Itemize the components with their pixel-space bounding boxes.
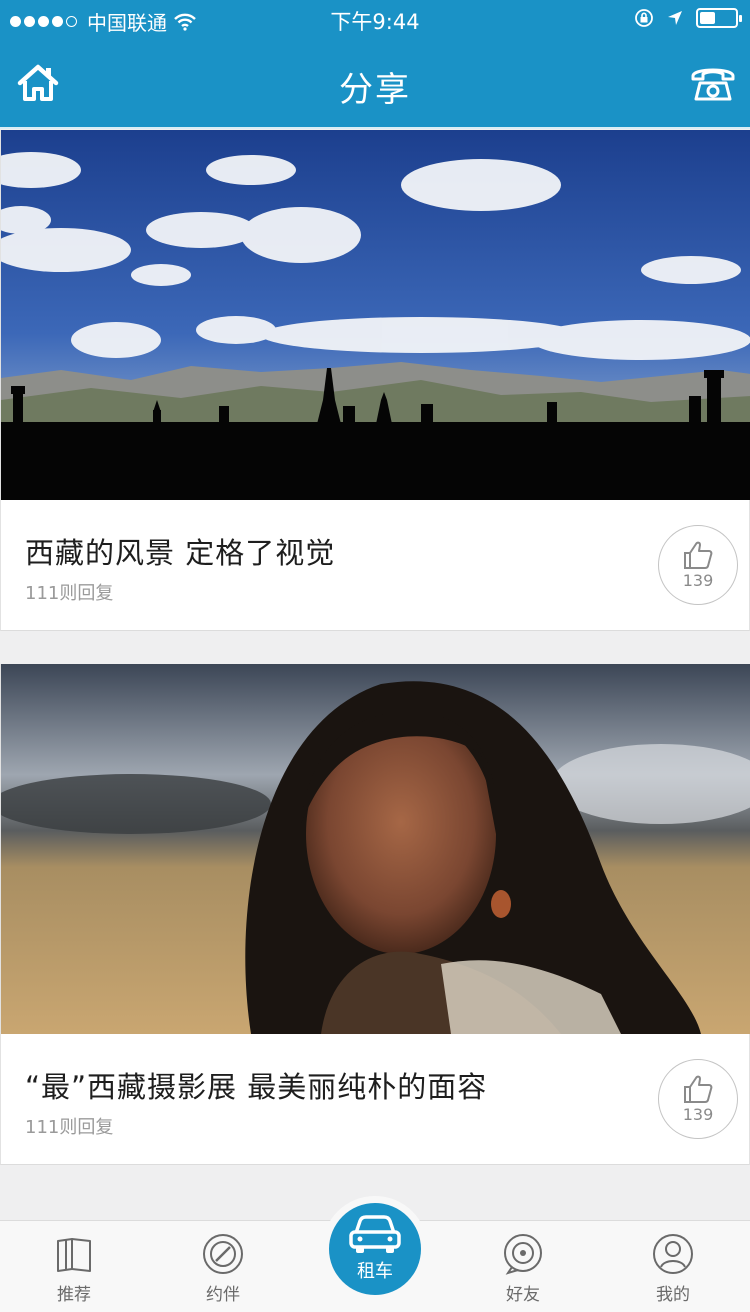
post-title[interactable]: 西藏的风景 定格了视觉 — [25, 530, 335, 572]
tab-friends[interactable]: 好友 — [473, 1221, 573, 1312]
header-divider — [0, 127, 750, 129]
post-reply-count: 111则回复 — [25, 1117, 114, 1138]
like-count: 139 — [682, 1105, 714, 1124]
tab-rent-car[interactable]: 租车 — [329, 1203, 421, 1295]
post-card[interactable]: “最”西藏摄影展 最美丽纯朴的面容 111则回复 139 — [0, 664, 750, 1165]
post-card[interactable]: 西藏的风景 定格了视觉 111则回复 139 — [0, 130, 750, 631]
tab-label: 好友 — [506, 1285, 540, 1305]
car-icon — [349, 1215, 401, 1253]
compass-icon — [203, 1234, 243, 1274]
user-icon — [653, 1234, 693, 1274]
app-header: 中国联通 下午9:44 分享 — [0, 0, 750, 129]
battery-icon — [696, 8, 742, 28]
tab-label: 我的 — [656, 1285, 690, 1305]
tab-me[interactable]: 我的 — [623, 1221, 723, 1312]
tab-label: 推荐 — [57, 1285, 91, 1305]
like-count: 139 — [682, 571, 714, 590]
status-bar: 中国联通 下午9:44 — [0, 0, 750, 40]
post-image-landscape[interactable] — [1, 130, 750, 500]
tab-label: 约伴 — [206, 1285, 240, 1305]
status-right — [634, 8, 742, 28]
tab-label: 租车 — [357, 1261, 393, 1282]
tab-recommend[interactable]: 推荐 — [24, 1221, 124, 1312]
book-icon — [57, 1238, 91, 1272]
post-reply-count: 111则回复 — [25, 583, 114, 604]
nav-bar: 分享 — [0, 40, 750, 128]
tab-companion[interactable]: 约伴 — [173, 1221, 273, 1312]
like-button[interactable]: 139 — [658, 525, 738, 605]
location-arrow-icon — [668, 11, 682, 25]
post-title[interactable]: “最”西藏摄影展 最美丽纯朴的面容 — [25, 1064, 487, 1106]
page-title: 分享 — [339, 70, 411, 110]
phone-icon — [691, 68, 735, 101]
thumbs-up-icon — [684, 1075, 713, 1103]
orientation-lock-icon — [635, 9, 653, 27]
chat-icon — [504, 1234, 542, 1275]
post-image-portrait[interactable] — [1, 664, 750, 1034]
phone-button[interactable] — [690, 62, 736, 104]
thumbs-up-icon — [684, 541, 713, 569]
like-button[interactable]: 139 — [658, 1059, 738, 1139]
